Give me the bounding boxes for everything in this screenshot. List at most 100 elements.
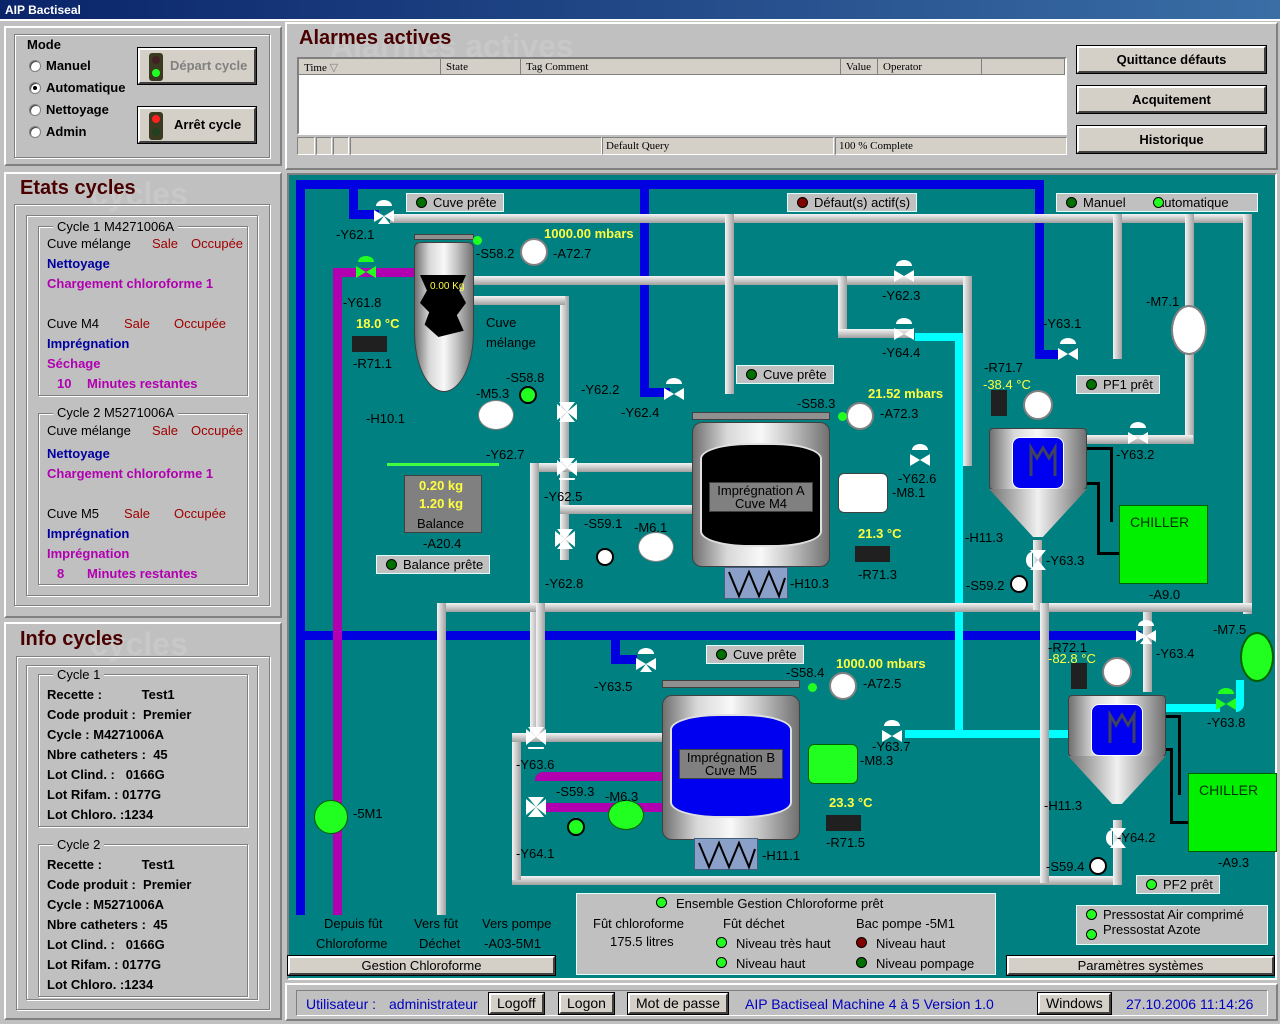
pump-m6-1[interactable] bbox=[638, 532, 674, 562]
tag-y63-5: -Y63.5 bbox=[594, 679, 633, 694]
motor-m8-3[interactable] bbox=[808, 744, 858, 784]
cycle1-mix-step: Chargement chloroforme 1 bbox=[47, 276, 214, 291]
label-to-pump-1: Vers pompe bbox=[482, 916, 552, 931]
sensor-s59-1 bbox=[596, 548, 614, 566]
tag-y62-6: -Y62.6 bbox=[898, 471, 937, 486]
valve-y62-3[interactable] bbox=[892, 260, 916, 284]
pipe-blue-y624-drop bbox=[640, 180, 649, 395]
radio-manuel-label[interactable]: Manuel bbox=[46, 58, 91, 73]
cycle2-tank-state2: Occupée bbox=[174, 506, 227, 521]
valve-y63-2[interactable] bbox=[1126, 422, 1150, 446]
status-pf1-ready: PF1 prêt bbox=[1076, 375, 1160, 394]
pump-m6-3[interactable] bbox=[608, 800, 644, 830]
pump-m7-1[interactable] bbox=[1171, 305, 1207, 355]
pf1-coil-window bbox=[1012, 437, 1064, 489]
radio-admin[interactable] bbox=[29, 126, 41, 138]
alarm-status-cell-1 bbox=[297, 137, 315, 155]
tag-y62-4: -Y62.4 bbox=[621, 405, 660, 420]
radio-automatique[interactable] bbox=[29, 82, 41, 94]
status-led-icon bbox=[1146, 879, 1157, 890]
status-mode: Manuel Automatique bbox=[1056, 193, 1258, 212]
tag-s58-2: -S58.2 bbox=[476, 246, 515, 261]
tag-y64-2: -Y64.2 bbox=[1117, 830, 1156, 845]
valve-y63-4[interactable] bbox=[1134, 620, 1158, 644]
balance-platform bbox=[387, 463, 499, 466]
motor-m8-1[interactable] bbox=[838, 473, 888, 513]
traffic-light-red-icon bbox=[149, 112, 163, 140]
cycle2-mix-step: Chargement chloroforme 1 bbox=[47, 466, 214, 481]
alarm-table[interactable]: Time ▽ State Tag Comment Value Operator bbox=[297, 57, 1067, 135]
valve-y61-8[interactable] bbox=[354, 256, 378, 280]
chloroform-ready-led-icon bbox=[656, 897, 667, 908]
pump-m7-5[interactable] bbox=[1240, 632, 1274, 682]
valve-y64-4[interactable] bbox=[892, 318, 916, 342]
tag-a20-4: -A20.4 bbox=[423, 536, 462, 551]
alarm-status-cell-4 bbox=[350, 137, 602, 155]
pf2-gauge bbox=[1102, 657, 1132, 687]
password-button[interactable]: Mot de passe bbox=[626, 992, 730, 1015]
tag-m8-3: -M8.3 bbox=[860, 753, 894, 768]
logoff-button[interactable]: Logoff bbox=[488, 992, 545, 1015]
reading-pf1-temp: -38.4 °C bbox=[983, 377, 1031, 392]
valve-y63-1[interactable] bbox=[1056, 338, 1080, 362]
tag-r71-5: -R71.5 bbox=[826, 835, 866, 850]
cycle1-mix-label: Cuve mélange bbox=[47, 236, 131, 251]
system-params-button[interactable]: Paramètres systèmes bbox=[1006, 955, 1275, 976]
sensor-s59-3 bbox=[567, 818, 585, 836]
pump-tank-label: Bac pompe -5M1 bbox=[856, 916, 955, 931]
valve-y64-1[interactable] bbox=[524, 795, 548, 819]
cycle2-tank-label: Cuve M5 bbox=[47, 506, 100, 521]
heater-h10-3 bbox=[724, 567, 788, 599]
historique-button[interactable]: Historique bbox=[1076, 125, 1267, 154]
valve-y63-5[interactable] bbox=[634, 648, 658, 672]
pump-5m1[interactable] bbox=[314, 800, 348, 834]
mix-tank-lid bbox=[414, 234, 474, 240]
balance-reading-2: 1.20 kg bbox=[419, 496, 464, 511]
radio-nettoyage[interactable] bbox=[29, 104, 41, 116]
gauge-a72-3 bbox=[846, 402, 874, 430]
tag-y64-4: -Y64.4 bbox=[882, 345, 921, 360]
tag-s59-1: -S59.1 bbox=[584, 516, 623, 531]
logon-button[interactable]: Logon bbox=[558, 992, 615, 1015]
stop-cycle-label: Arrêt cycle bbox=[174, 117, 242, 132]
col-time[interactable]: Time ▽ bbox=[299, 59, 441, 75]
cycle1-info-row: Code produit : Premier bbox=[47, 707, 192, 722]
windows-button[interactable]: Windows bbox=[1037, 992, 1112, 1015]
pipe-grey-y624-up bbox=[725, 214, 734, 394]
col-state[interactable]: State bbox=[441, 59, 521, 75]
radio-automatique-label[interactable]: Automatique bbox=[46, 80, 125, 95]
valve-y62-2[interactable] bbox=[555, 400, 579, 424]
chloroform-mgmt-button[interactable]: Gestion Chloroforme bbox=[287, 955, 556, 976]
valve-y63-6[interactable] bbox=[524, 725, 548, 749]
col-tag-comment[interactable]: Tag Comment bbox=[521, 59, 841, 75]
pump-m5-3[interactable] bbox=[478, 400, 514, 430]
valve-y62-6[interactable] bbox=[908, 444, 932, 468]
col-value[interactable]: Value bbox=[841, 59, 878, 75]
quittance-defauts-button[interactable]: Quittance défauts bbox=[1076, 45, 1267, 74]
tag-y62-1: -Y62.1 bbox=[336, 227, 375, 242]
radio-admin-label[interactable]: Admin bbox=[46, 124, 86, 139]
valve-y62-7[interactable] bbox=[555, 456, 579, 480]
start-cycle-button[interactable]: Départ cycle bbox=[137, 47, 257, 85]
radio-manuel[interactable] bbox=[29, 60, 41, 72]
tag-r71-1: -R71.1 bbox=[353, 356, 393, 371]
etats-cycles-title: Etats cycles bbox=[20, 177, 136, 199]
chiller1-line-bottom-h bbox=[1097, 552, 1119, 555]
pump-high-led-icon bbox=[856, 937, 867, 948]
tag-y64-1: -Y64.1 bbox=[516, 846, 555, 861]
valve-y62-1[interactable] bbox=[372, 200, 396, 224]
valve-y62-4[interactable] bbox=[662, 378, 686, 402]
status-led-icon bbox=[1153, 197, 1164, 208]
pf2-coil-window bbox=[1091, 704, 1143, 756]
stop-cycle-button[interactable]: Arrêt cycle bbox=[137, 106, 257, 144]
cycle2-info-row: Nbre catheters : 45 bbox=[47, 917, 168, 932]
valve-y63-8[interactable] bbox=[1214, 688, 1238, 712]
chiller2-line-top-v bbox=[1178, 715, 1181, 795]
col-operator[interactable]: Operator bbox=[878, 59, 982, 75]
valve-y62-8[interactable] bbox=[553, 527, 577, 551]
radio-nettoyage-label[interactable]: Nettoyage bbox=[46, 102, 109, 117]
acquitement-button[interactable]: Acquitement bbox=[1076, 85, 1267, 114]
tag-y62-3: -Y62.3 bbox=[882, 288, 921, 303]
cycle2-info-row: Cycle : M5271006A bbox=[47, 897, 165, 912]
waste-very-high-label: Niveau très haut bbox=[736, 936, 831, 951]
